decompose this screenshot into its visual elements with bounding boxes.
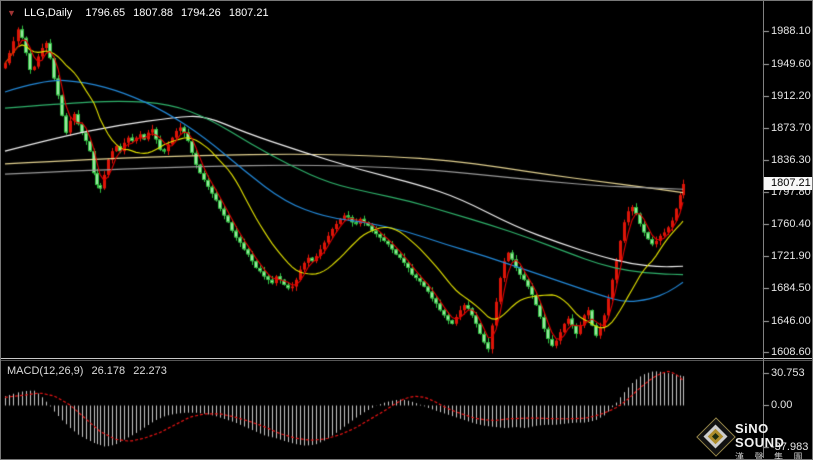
- chart-window: ▼ LLG,Daily 1796.65 1807.88 1794.26 1807…: [0, 0, 813, 460]
- low-value: 1794.26: [181, 7, 221, 19]
- panel-separator-shadow: [0, 360, 813, 361]
- price-axis[interactable]: [763, 0, 813, 460]
- current-price-badge: 1807.21: [764, 177, 813, 190]
- high-value: 1807.88: [133, 7, 173, 19]
- price-chart-canvas[interactable]: [0, 0, 813, 460]
- open-value: 1796.65: [85, 7, 126, 19]
- macd-indicator-label: MACD(12,26,9) 26.178 22.273: [7, 365, 167, 377]
- macd-name: MACD(12,26,9): [7, 365, 84, 377]
- collapse-icon[interactable]: ▼: [7, 8, 16, 18]
- panel-separator[interactable]: [0, 358, 813, 359]
- axis-divider: [763, 1, 764, 458]
- brand-logo-icon: [696, 417, 736, 457]
- close-value: 1807.21: [228, 7, 269, 19]
- macd-main-value: 26.178: [91, 365, 126, 377]
- macd-signal-value: 22.273: [133, 365, 167, 377]
- brand-chinese-name: 漢 聲 集 團: [734, 452, 807, 460]
- brand-name: SiNO SOUND: [734, 421, 785, 450]
- symbol-timeframe-label: LLG,Daily: [23, 7, 73, 19]
- chart-header: ▼ LLG,Daily 1796.65 1807.88 1794.26 1807…: [7, 7, 274, 19]
- brand-watermark: SiNO SOUND 漢 聲 集 團: [696, 417, 813, 460]
